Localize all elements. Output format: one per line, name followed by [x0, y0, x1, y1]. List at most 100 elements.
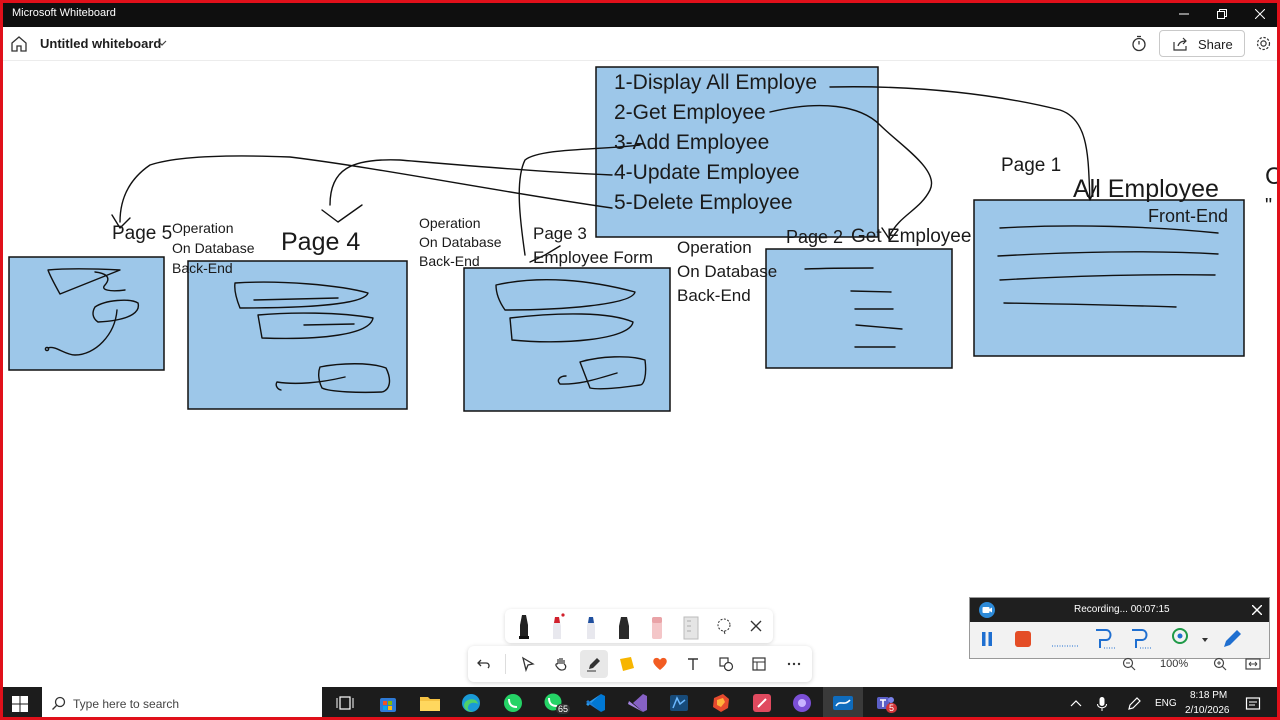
blue-pen-icon[interactable] [582, 613, 600, 640]
zoom-out-icon[interactable] [1122, 657, 1136, 671]
eraser-icon[interactable] [648, 613, 666, 640]
close-recording-icon[interactable] [1252, 605, 1262, 615]
employee-form-title[interactable]: Employee Form [533, 248, 653, 268]
arrowhead-page4 [321, 204, 363, 223]
page4-label[interactable]: Page 4 [281, 228, 360, 257]
red-pen-icon[interactable] [548, 613, 566, 640]
operation-label-c[interactable]: Operation [172, 220, 233, 236]
search-placeholder: Type here to search [73, 697, 180, 711]
timer-icon[interactable] [1131, 35, 1147, 52]
language-indicator[interactable]: ENG [1155, 698, 1177, 709]
notifications-icon[interactable] [1245, 696, 1261, 712]
marker-icon[interactable] [615, 613, 633, 640]
chevron-up-icon[interactable] [1070, 699, 1082, 707]
sticky-note-tool[interactable] [613, 650, 641, 678]
page3-label[interactable]: Page 3 [533, 224, 587, 244]
text-tool[interactable] [679, 650, 707, 678]
whiteboard-taskbar-active[interactable] [823, 687, 863, 720]
whatsapp-icon[interactable] [501, 692, 525, 714]
templates-tool[interactable] [745, 650, 773, 678]
undo-button[interactable] [470, 650, 498, 678]
inking-tool[interactable] [580, 650, 608, 678]
select-tool[interactable] [514, 650, 542, 678]
fit-screen-icon[interactable] [1245, 657, 1261, 671]
operation-label-a[interactable]: Operation [677, 238, 752, 258]
whiteboard-canvas[interactable]: 1-Display All Employe 2-Get Employee 3-A… [3, 61, 1277, 687]
task-view-icon[interactable] [334, 692, 358, 714]
edge-icon[interactable] [459, 692, 483, 714]
home-icon[interactable] [10, 35, 28, 53]
pdf-app-icon[interactable] [750, 692, 774, 714]
azure-data-studio-icon[interactable] [667, 692, 691, 714]
zoom-in-icon[interactable] [1213, 657, 1227, 671]
share-icon [1173, 37, 1187, 51]
restore-icon[interactable] [1203, 0, 1241, 27]
visual-studio-icon[interactable] [626, 692, 650, 714]
file-explorer-icon[interactable] [418, 692, 442, 714]
menu-item-update[interactable]: 4-Update Employee [614, 161, 800, 185]
back-end-label-c[interactable]: Back-End [172, 260, 233, 276]
lasso-icon[interactable] [715, 617, 733, 635]
clock-date[interactable]: 2/10/2026 [1185, 705, 1230, 716]
pen-tray [505, 609, 773, 643]
reactions-tool[interactable] [646, 650, 674, 678]
front-end-label[interactable]: Front-End [1148, 206, 1228, 227]
audio-level-icon [1052, 645, 1078, 647]
all-employee-title[interactable]: All Employee [1073, 175, 1219, 204]
webcam-icon[interactable] [1170, 627, 1192, 651]
ruler-icon[interactable] [681, 613, 701, 640]
on-database-label-c[interactable]: On Database [172, 240, 255, 256]
page2-label[interactable]: Page 2 [786, 227, 843, 248]
pause-icon[interactable] [979, 630, 995, 648]
pen-annotate-alt-icon[interactable] [1128, 626, 1154, 652]
windows-start-icon[interactable] [12, 696, 28, 712]
page1-label[interactable]: Page 1 [1001, 155, 1061, 177]
minimize-icon[interactable] [1165, 0, 1203, 27]
pen-tray-icon[interactable] [1126, 696, 1142, 712]
operation-label-b[interactable]: Operation [419, 215, 480, 231]
menu-item-add[interactable]: 3-Add Employee [614, 131, 769, 155]
whatsapp-badge: 65 [556, 704, 571, 714]
highlighter-icon[interactable] [1220, 627, 1244, 651]
sticky-note-icon [620, 657, 634, 671]
document-title[interactable]: Untitled whiteboard [40, 36, 161, 51]
store-icon[interactable] [376, 692, 400, 714]
cut-off-text-2[interactable]: " [1265, 195, 1272, 218]
close-icon[interactable] [1241, 0, 1279, 27]
close-tray-icon[interactable] [750, 620, 762, 632]
cut-off-text-1[interactable]: C [1265, 163, 1277, 191]
back-end-label-b[interactable]: Back-End [419, 253, 480, 269]
share-label: Share [1198, 37, 1233, 52]
black-pen-icon[interactable] [515, 613, 533, 640]
chevron-down-icon[interactable] [157, 39, 167, 47]
clock-time[interactable]: 8:18 PM [1190, 690, 1227, 701]
pen-annotate-icon[interactable] [1092, 626, 1118, 652]
menu-item-delete[interactable]: 5-Delete Employee [614, 191, 793, 215]
hand-icon [555, 658, 567, 671]
taskbar-search-box[interactable]: Type here to search [42, 687, 322, 720]
shapes-tool[interactable] [712, 650, 740, 678]
office-icon[interactable] [709, 692, 733, 714]
cursor-icon [521, 656, 535, 672]
more-options-button[interactable] [780, 650, 808, 678]
get-employee-title[interactable]: Get Employee [851, 226, 971, 248]
vscode-icon[interactable] [584, 692, 608, 714]
gear-icon[interactable] [1255, 35, 1272, 52]
screen-recorder-icon[interactable] [790, 692, 814, 714]
menu-item-display-all[interactable]: 1-Display All Employe [614, 71, 817, 95]
page5-label[interactable]: Page 5 [112, 223, 172, 245]
dropdown-arrow-icon[interactable] [1201, 637, 1209, 643]
page3-box [463, 267, 671, 412]
main-toolbar [468, 646, 812, 682]
camera-app-icon [979, 602, 995, 618]
pen-icon [587, 658, 600, 672]
stop-icon[interactable] [1014, 630, 1032, 648]
on-database-label-b[interactable]: On Database [419, 234, 502, 250]
back-end-label-a[interactable]: Back-End [677, 286, 751, 306]
pan-tool[interactable] [547, 650, 575, 678]
search-icon [52, 696, 66, 710]
share-button[interactable]: Share [1159, 30, 1245, 57]
on-database-label-a[interactable]: On Database [677, 262, 777, 282]
microphone-icon[interactable] [1096, 696, 1108, 712]
menu-item-get[interactable]: 2-Get Employee [614, 101, 766, 125]
